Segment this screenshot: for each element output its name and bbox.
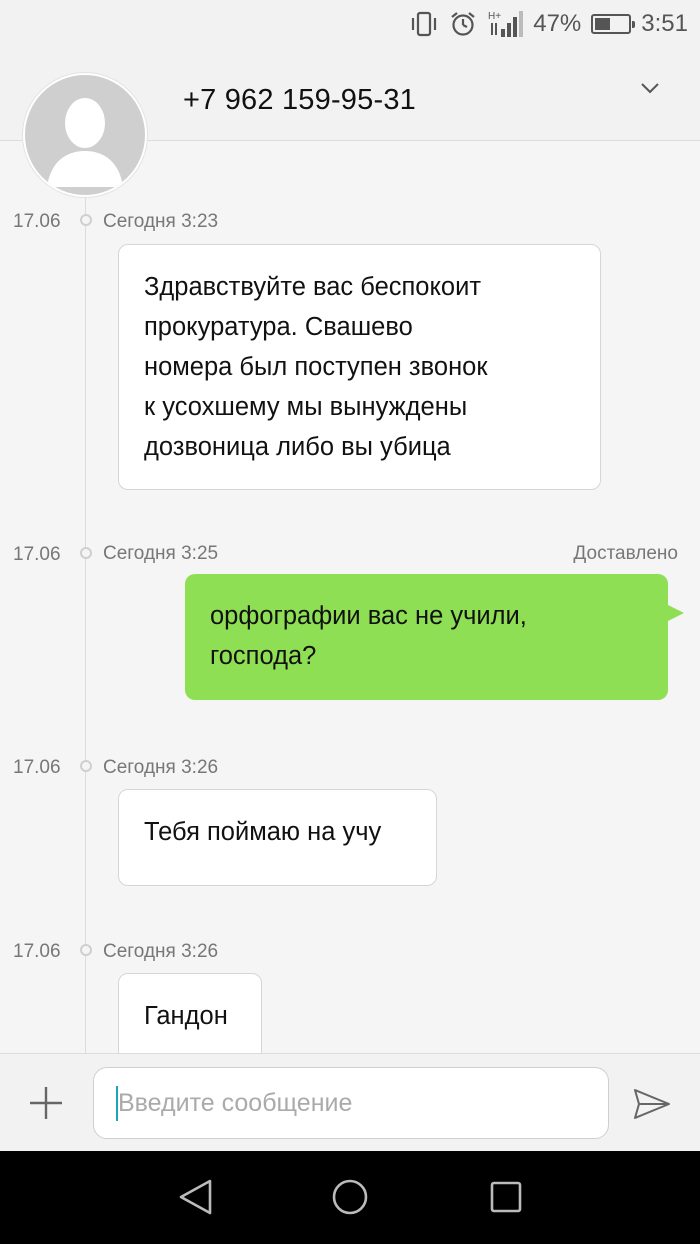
- status-bar: H+ 47% 3:51: [0, 0, 700, 48]
- incoming-message-bubble[interactable]: Тебя поймаю на учу: [118, 789, 437, 886]
- text-caret: [116, 1086, 118, 1121]
- timeline-dot: [80, 944, 92, 956]
- vibrate-icon: [409, 11, 439, 37]
- avatar[interactable]: [22, 72, 148, 198]
- message-input[interactable]: Введите сообщение: [93, 1067, 609, 1139]
- plus-icon[interactable]: [27, 1084, 65, 1122]
- send-icon[interactable]: [633, 1088, 671, 1120]
- battery-percent: 47%: [533, 10, 582, 37]
- timeline-dot: [80, 547, 92, 559]
- outgoing-message-bubble[interactable]: орфографии вас не учили, господа?: [185, 574, 684, 700]
- message-input-placeholder: Введите сообщение: [118, 1089, 353, 1117]
- recent-apps-icon[interactable]: [490, 1181, 522, 1213]
- battery-level: [595, 18, 611, 30]
- timeline-dot: [80, 760, 92, 772]
- message-time: Сегодня 3:23: [103, 211, 219, 232]
- status-icons: H+ 47% 3:51: [409, 6, 688, 42]
- composer-bar: Введите сообщение: [0, 1053, 700, 1152]
- contact-number[interactable]: +7 962 159-95-31: [183, 84, 416, 117]
- message-date: 17.06: [13, 211, 61, 232]
- chevron-down-icon[interactable]: [638, 76, 662, 100]
- clock: 3:51: [641, 10, 688, 37]
- message-time: Сегодня 3:26: [103, 757, 219, 778]
- delivery-status: Доставлено: [573, 543, 678, 564]
- message-date: 17.06: [13, 941, 61, 962]
- avatar-placeholder-icon: [25, 75, 145, 195]
- timeline-line: [85, 140, 86, 1055]
- signal-icon: H+: [487, 9, 524, 39]
- battery-icon: [591, 14, 636, 34]
- back-icon[interactable]: [177, 1178, 213, 1216]
- incoming-message-bubble[interactable]: Здравствуйте вас беспокоит прокуратура. …: [118, 244, 601, 490]
- timeline-dot: [80, 214, 92, 226]
- message-date: 17.06: [13, 757, 61, 778]
- message-time: Сегодня 3:25: [103, 543, 219, 564]
- alarm-icon: [449, 10, 477, 38]
- home-icon[interactable]: [332, 1179, 368, 1215]
- network-type-label: H+: [488, 11, 501, 22]
- message-date: 17.06: [13, 544, 61, 565]
- message-time: Сегодня 3:26: [103, 941, 219, 962]
